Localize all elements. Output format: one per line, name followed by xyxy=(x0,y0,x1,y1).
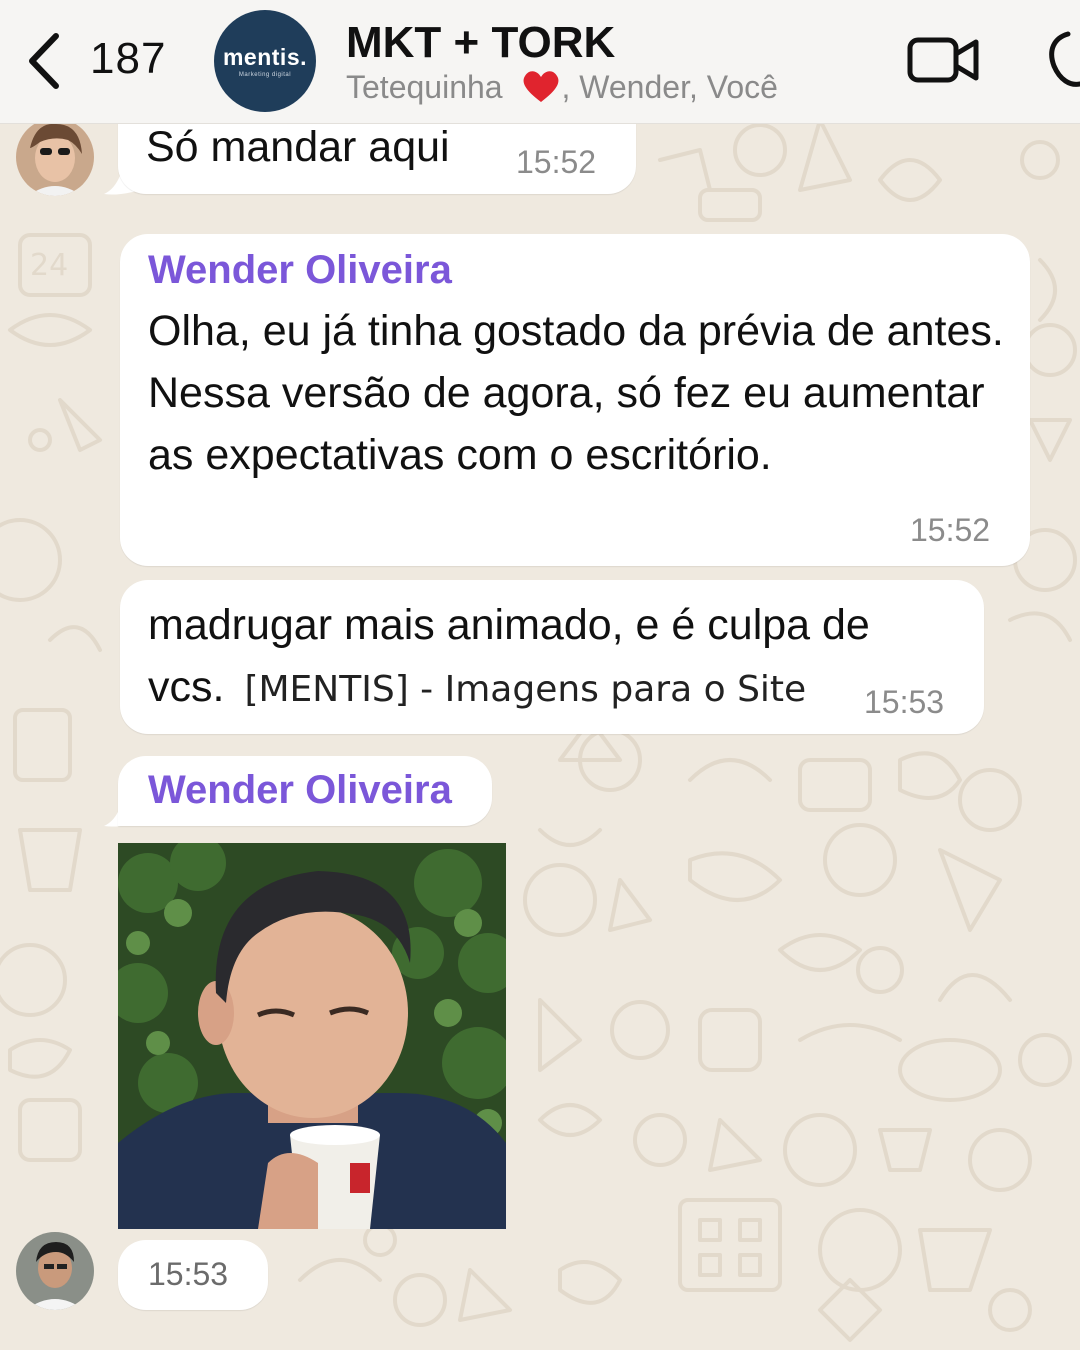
avatar-photo-icon xyxy=(16,118,94,196)
message-bubble[interactable]: madrugar mais animado, e é culpa de vcs.… xyxy=(120,580,984,734)
sender-avatar-female[interactable] xyxy=(16,118,94,196)
message-time: 15:52 xyxy=(516,144,597,180)
message-text-line2: vcs. [MENTIS] - Imagens para o Site xyxy=(148,656,806,718)
member-name: Tetequinha xyxy=(346,69,503,105)
sender-name-bubble: Wender Oliveira xyxy=(118,756,492,826)
unread-count[interactable]: 187 xyxy=(90,34,166,84)
chat-header: 187 mentis. Marketing digital MKT + TORK… xyxy=(0,0,1080,124)
sender-avatar-wender[interactable] xyxy=(16,1232,94,1310)
message-text-line1: madrugar mais animado, e é culpa de xyxy=(148,601,870,649)
sender-name: Wender Oliveira xyxy=(148,248,452,292)
group-avatar[interactable]: mentis. Marketing digital xyxy=(214,10,316,112)
sender-name: Wender Oliveira xyxy=(148,768,452,812)
svg-text:24: 24 xyxy=(30,248,68,283)
video-call-button[interactable] xyxy=(906,34,982,91)
video-call-icon xyxy=(907,37,979,83)
message-time: 15:53 xyxy=(148,1256,229,1292)
photo-person-drinking xyxy=(118,843,506,1229)
image-message[interactable] xyxy=(118,843,506,1229)
message-text: Olha, eu já tinha gostado da prévia de a… xyxy=(148,307,1004,479)
member-names-rest: , Wender, Você xyxy=(561,69,778,105)
message-time: 15:52 xyxy=(910,512,991,548)
group-members[interactable]: Tetequinha , Wender, Você xyxy=(346,68,778,106)
group-logo-tagline: Marketing digital xyxy=(238,72,292,78)
phone-call-icon xyxy=(1049,31,1080,87)
avatar-photo-icon xyxy=(16,1232,94,1310)
message-text: vcs. xyxy=(148,663,225,711)
message-bubble[interactable]: Wender Oliveira Olha, eu já tinha gostad… xyxy=(120,234,1030,566)
heart-icon xyxy=(524,71,559,102)
message-time: 15:53 xyxy=(864,684,945,720)
phone-call-button[interactable] xyxy=(1040,30,1080,95)
group-title[interactable]: MKT + TORK xyxy=(346,18,615,68)
message-text: Só mandar aqui xyxy=(146,123,450,171)
linked-document[interactable]: [MENTIS] - Imagens para o Site xyxy=(244,669,806,710)
group-logo: mentis. xyxy=(222,44,308,70)
image-time-bubble: 15:53 xyxy=(118,1240,268,1310)
chevron-left-icon xyxy=(29,33,59,89)
back-button[interactable] xyxy=(24,30,74,92)
